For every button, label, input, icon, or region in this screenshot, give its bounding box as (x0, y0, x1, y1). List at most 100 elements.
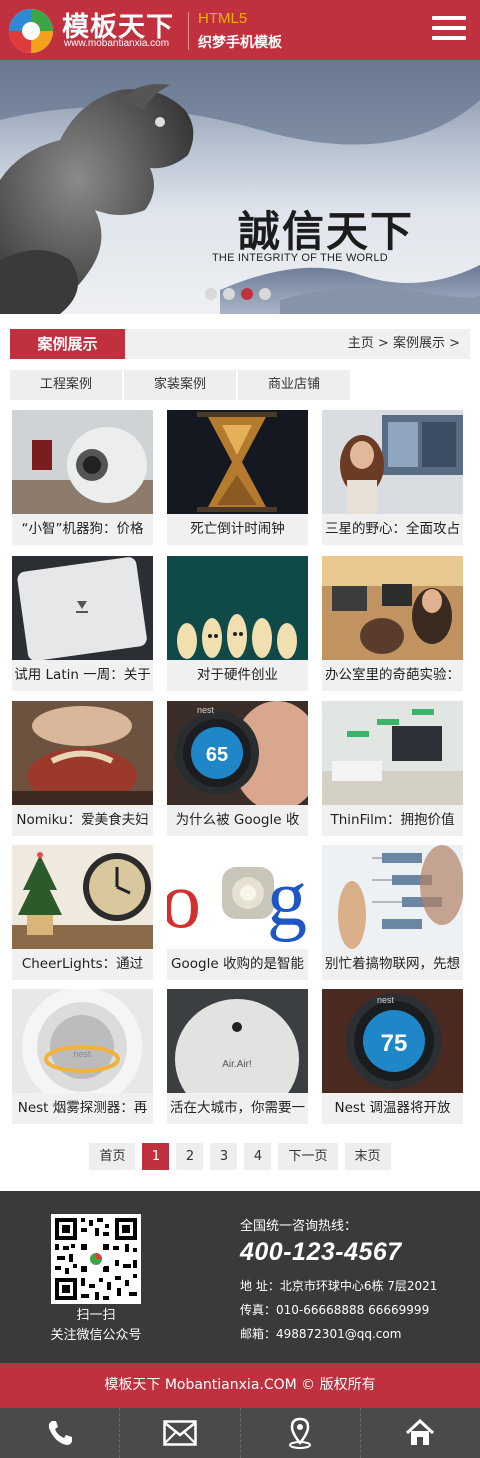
footer-address: 地 址：北京市环球中心6栋 7层2021 (240, 1279, 438, 1293)
slider-dot[interactable] (223, 288, 235, 300)
case-card[interactable]: “小智”机器狗：价格 (12, 410, 153, 545)
hotline-label: 全国统一咨询热线： (240, 1219, 358, 1234)
svg-text:nest: nest (73, 1049, 91, 1059)
case-thumbnail[interactable] (322, 701, 463, 805)
case-card[interactable]: 对于硬件创业 (167, 556, 308, 691)
case-caption[interactable]: 别忙着搞物联网，先想 (322, 949, 463, 980)
case-caption[interactable]: Nest 烟雾探测器：再 (12, 1093, 153, 1124)
case-thumbnail[interactable] (322, 556, 463, 660)
case-card[interactable]: Nomiku：爱美食夫妇 (12, 701, 153, 836)
category-tabs: 工程案例 家装案例 商业店铺 (10, 370, 350, 400)
case-caption[interactable]: “小智”机器狗：价格 (12, 514, 153, 545)
case-caption[interactable]: 对于硬件创业 (167, 660, 308, 691)
case-card[interactable]: Air.Air! 活在大城市，你需要一 (167, 989, 308, 1124)
case-thumbnail[interactable]: og (167, 845, 308, 949)
case-caption[interactable]: Nomiku：爱美食夫妇 (12, 805, 153, 836)
breadcrumb-separator: > (377, 336, 389, 351)
menu-icon[interactable] (432, 16, 466, 44)
case-card[interactable]: nest Nest 烟雾探测器：再 (12, 989, 153, 1124)
mail-icon (163, 1420, 197, 1446)
case-caption[interactable]: CheerLights：通过 (12, 949, 153, 980)
qr-caption-follow: 关注微信公众号 (50, 1328, 142, 1343)
case-thumbnail[interactable] (12, 410, 153, 514)
page-next[interactable]: 下一页 (278, 1143, 338, 1170)
slider-dot[interactable] (259, 288, 271, 300)
case-thumbnail[interactable] (12, 556, 153, 660)
case-thumbnail[interactable] (322, 410, 463, 514)
page-2[interactable]: 2 (176, 1143, 204, 1170)
slider-dot[interactable] (205, 288, 217, 300)
footer-email[interactable]: 邮箱：498872301@qq.com (240, 1325, 401, 1342)
section-header: 案例展示 主页 > 案例展示 > (10, 329, 470, 359)
case-thumbnail[interactable]: nest (12, 989, 153, 1093)
case-caption[interactable]: 办公室里的奇葩实验： (322, 660, 463, 691)
hotline-phone[interactable]: 400-123-4567 (240, 1238, 402, 1267)
banner-tagline: THE INTEGRITY OF THE WORLD (212, 252, 388, 264)
case-thumbnail[interactable] (167, 410, 308, 514)
svg-text:nest: nest (197, 705, 215, 715)
banner-slider[interactable]: 誠信天下 THE INTEGRITY OF THE WORLD (0, 60, 480, 314)
case-caption[interactable]: ThinFilm：拥抱价值 (322, 805, 463, 836)
tab-commercial[interactable]: 商业店铺 (238, 370, 350, 400)
case-caption[interactable]: 死亡倒计时闹钟 (167, 514, 308, 545)
logo-icon[interactable] (8, 8, 54, 54)
case-card[interactable]: 三星的野心：全面攻占 (322, 410, 463, 545)
case-caption[interactable]: 试用 Latin 一周：关于 (12, 660, 153, 691)
case-card[interactable]: ThinFilm：拥抱价值 (322, 701, 463, 836)
case-caption[interactable]: 活在大城市，你需要一 (167, 1093, 308, 1124)
bottom-nav-home[interactable] (361, 1408, 480, 1458)
page-1[interactable]: 1 (142, 1143, 170, 1170)
case-thumbnail[interactable]: 75 nest (322, 989, 463, 1093)
footer: 扫一扫 关注微信公众号 全国统一咨询热线： 400-123-4567 地 址：北… (0, 1191, 480, 1363)
case-thumbnail[interactable]: 65 nest (167, 701, 308, 805)
logo-url: www.mobantianxia.com (64, 38, 170, 49)
svg-text:Air.Air!: Air.Air! (222, 1059, 251, 1070)
logo-subtitle: 织梦手机模板 (198, 35, 282, 51)
case-card[interactable]: 办公室里的奇葩实验： (322, 556, 463, 691)
bottom-nav-location[interactable] (241, 1408, 361, 1458)
logo-html5-label: HTML5 (198, 10, 248, 27)
case-card[interactable]: CheerLights：通过 (12, 845, 153, 980)
bottom-nav-phone[interactable] (0, 1408, 121, 1458)
section-title: 案例展示 (10, 329, 125, 359)
case-caption[interactable]: 三星的野心：全面攻占 (322, 514, 463, 545)
qr-code (51, 1214, 141, 1304)
case-caption[interactable]: Google 收购的是智能 (167, 949, 308, 980)
slider-dot-active[interactable] (241, 288, 253, 300)
case-caption[interactable]: Nest 调温器将开放 (322, 1093, 463, 1124)
tab-home-decor[interactable]: 家装案例 (124, 370, 236, 400)
case-thumbnail[interactable] (12, 701, 153, 805)
slider-dots (205, 288, 271, 300)
pagination: 首页 1 2 3 4 下一页 末页 (0, 1143, 480, 1170)
case-card[interactable]: 死亡倒计时闹钟 (167, 410, 308, 545)
case-card[interactable]: o g Google 收购的是智能 (167, 845, 308, 980)
phone-icon (48, 1421, 72, 1445)
home-icon (406, 1419, 435, 1445)
case-card[interactable]: 65 nest 为什么被 Google 收 (167, 701, 308, 836)
bottom-nav (0, 1408, 480, 1458)
case-caption[interactable]: 为什么被 Google 收 (167, 805, 308, 836)
case-thumbnail[interactable]: Air.Air! (167, 989, 308, 1093)
page-first[interactable]: 首页 (89, 1143, 136, 1170)
breadcrumb-separator: > (449, 336, 460, 351)
banner-title: 誠信天下 (238, 207, 415, 256)
svg-text:75: 75 (381, 1030, 408, 1057)
case-thumbnail[interactable] (322, 845, 463, 949)
case-card[interactable]: 试用 Latin 一周：关于 (12, 556, 153, 691)
page-4[interactable]: 4 (244, 1143, 272, 1170)
bottom-nav-mail[interactable] (120, 1408, 241, 1458)
tab-engineering[interactable]: 工程案例 (10, 370, 122, 400)
copyright: 模板天下 Mobantianxia.COM © 版权所有 (0, 1363, 480, 1408)
case-thumbnail[interactable] (12, 845, 153, 949)
breadcrumb-current[interactable]: 案例展示 (393, 336, 445, 351)
case-card[interactable]: 别忙着搞物联网，先想 (322, 845, 463, 980)
page-3[interactable]: 3 (210, 1143, 238, 1170)
svg-text:65: 65 (206, 744, 228, 766)
case-card[interactable]: 75 nest Nest 调温器将开放 (322, 989, 463, 1124)
qr-caption-scan: 扫一扫 (76, 1308, 116, 1323)
breadcrumb-home[interactable]: 主页 (348, 336, 374, 351)
case-thumbnail[interactable] (167, 556, 308, 660)
location-icon (289, 1417, 312, 1449)
page-last[interactable]: 末页 (344, 1143, 391, 1170)
banner-image (0, 60, 480, 314)
